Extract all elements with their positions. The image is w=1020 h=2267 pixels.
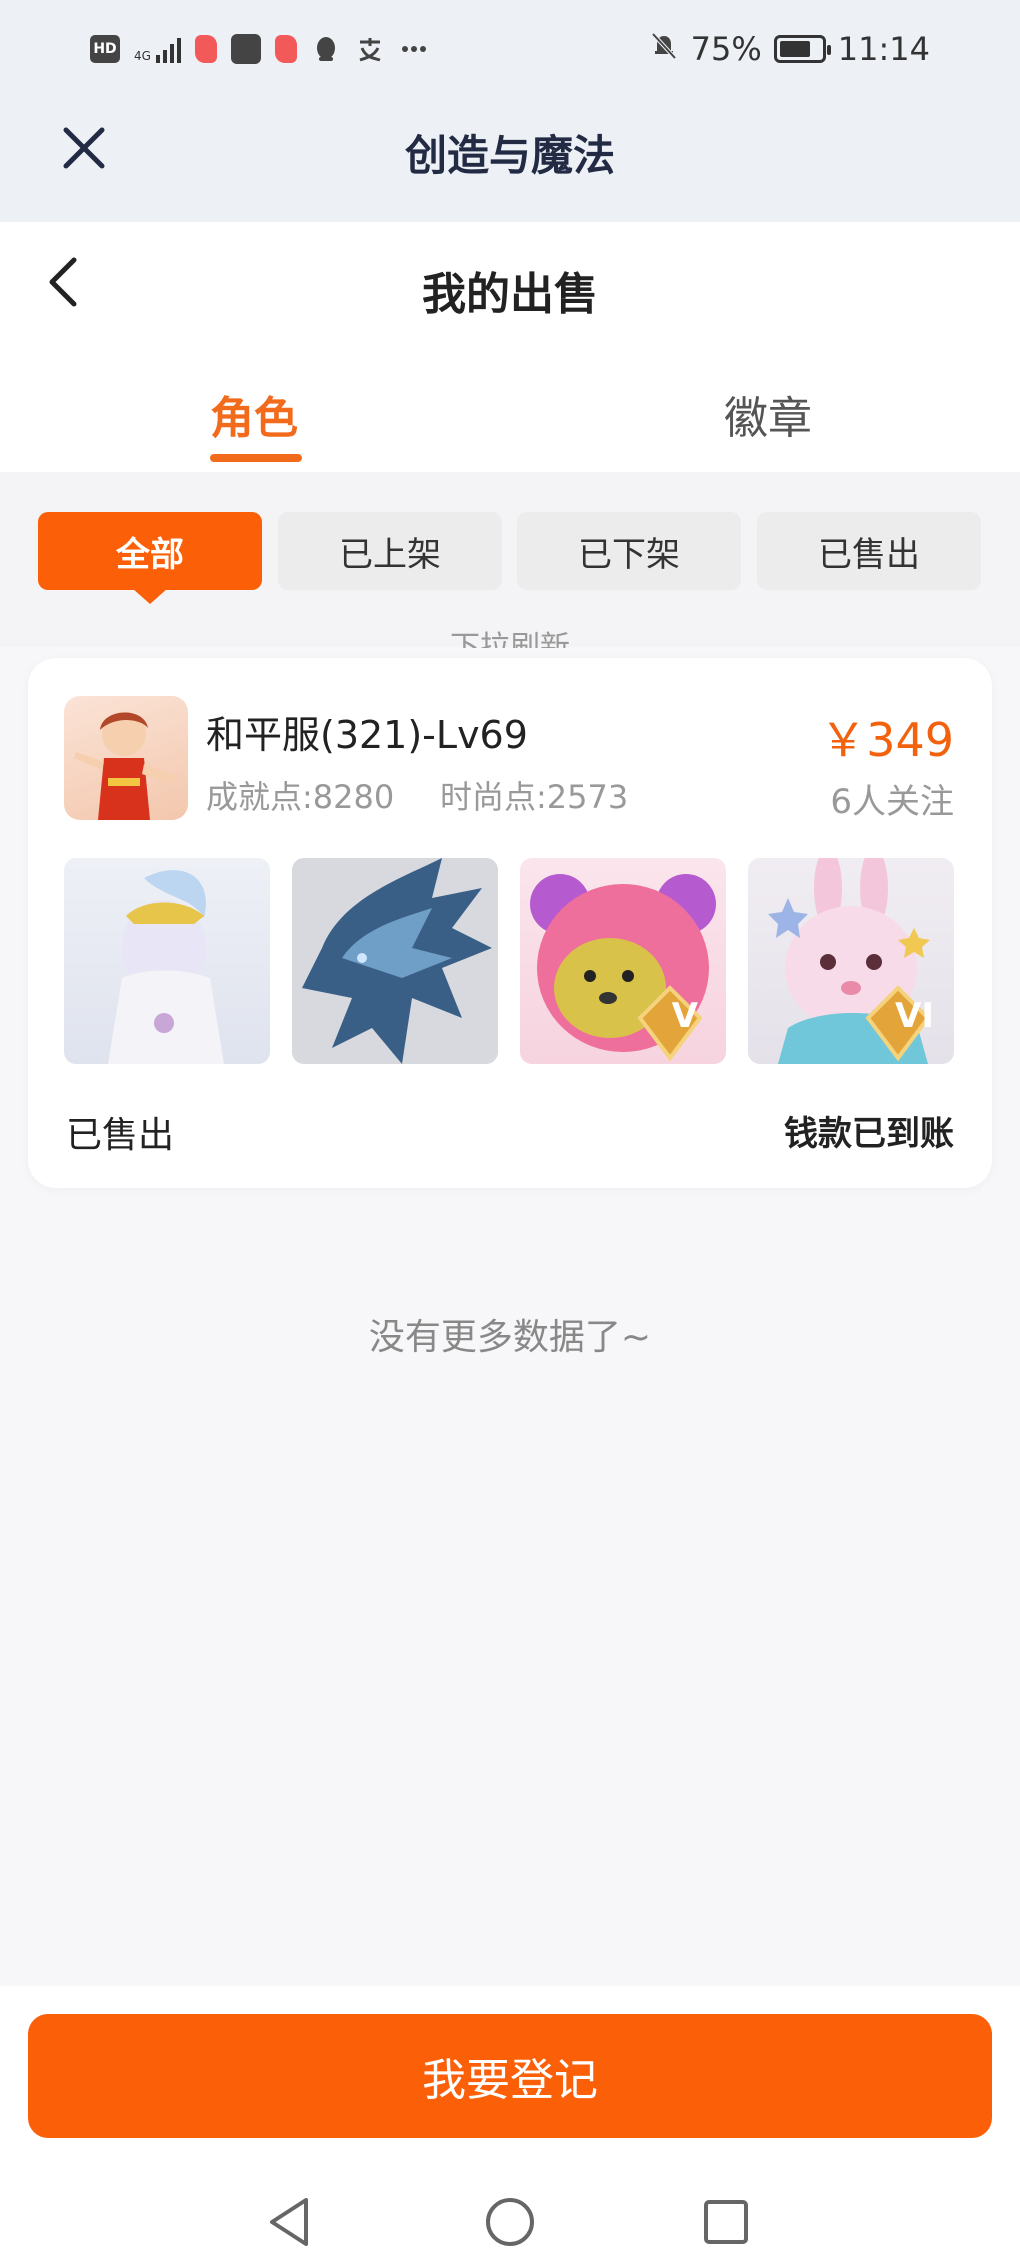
chat-icon: [355, 34, 385, 64]
item-thumbnail-ice-dragon[interactable]: [292, 858, 498, 1064]
tab-bar: 角色 徽章: [0, 372, 1020, 472]
app-title: 创造与魔法: [404, 131, 615, 180]
battery-fill: [779, 41, 810, 57]
circle-home-icon: [486, 2198, 534, 2246]
price: ￥349: [820, 713, 954, 767]
followers-count: 6人关注: [830, 782, 954, 822]
character-name: 和平服(321)-Lv69: [206, 713, 528, 757]
hd-icon: HD: [90, 35, 120, 63]
page-header: 我的出售 角色 徽章: [0, 222, 1020, 472]
red-app-icon: [274, 35, 297, 63]
tab-active-indicator: [210, 454, 302, 462]
clock: 11:14: [837, 30, 930, 68]
system-nav-bar: [0, 2186, 1020, 2267]
item-level-badge: VI: [895, 996, 934, 1036]
battery-percent: 75%: [690, 30, 762, 68]
red-app-icon: [194, 35, 217, 63]
status-left-icons: HD 4G: [90, 34, 429, 64]
item-thumbnails: V VI: [64, 858, 954, 1064]
listing-status: 已售出: [66, 1115, 175, 1156]
filter-delisted[interactable]: 已下架: [517, 512, 741, 590]
nav-back-button[interactable]: [260, 2192, 320, 2252]
tab-roles[interactable]: 角色: [210, 382, 302, 462]
triangle-back-icon: [270, 2198, 308, 2246]
bell-off-icon: [649, 30, 679, 68]
battery-icon: [773, 35, 831, 63]
payment-status: 钱款已到账: [784, 1114, 954, 1154]
tab-badges[interactable]: 徽章: [724, 382, 812, 446]
register-button[interactable]: 我要登记: [28, 2014, 992, 2138]
page-title: 我的出售: [422, 269, 598, 320]
no-more-data-text: 没有更多数据了~: [368, 1317, 652, 1358]
item-thumbnail-pink-rabbit[interactable]: VI: [748, 858, 954, 1064]
fashion-points: 时尚点:2573: [440, 778, 629, 816]
character-avatar: [64, 696, 188, 820]
signal-icon: 4G: [134, 35, 181, 63]
item-level-badge: V: [671, 996, 698, 1036]
pull-to-refresh-hint: 下拉刷新: [450, 630, 570, 648]
app-bar: 创造与魔法: [0, 100, 1020, 222]
nav-home-button[interactable]: [480, 2192, 540, 2252]
penguin-icon: [311, 34, 341, 64]
filter-bar: 全部 已上架 已下架 已售出 下拉刷新: [0, 472, 1020, 648]
shopping-bag-icon: [230, 34, 261, 64]
status-right: 75% 11:14: [649, 30, 930, 68]
item-thumbnail-pink-bear[interactable]: V: [520, 858, 726, 1064]
achievement-points: 成就点:8280: [206, 778, 395, 816]
filter-sold[interactable]: 已售出: [757, 512, 981, 590]
square-recents-icon: [704, 2200, 748, 2244]
network-label: 4G: [134, 49, 151, 63]
tab-roles-label: 角色: [210, 393, 298, 444]
top-area: HD 4G 75% 11:14 创造与魔法: [0, 0, 1020, 222]
bottom-area: 我要登记: [0, 1986, 1020, 2267]
status-bar: HD 4G 75% 11:14: [0, 0, 1020, 100]
nav-recents-button[interactable]: [696, 2192, 756, 2252]
item-thumbnail-moon-maiden[interactable]: [64, 858, 270, 1064]
tab-badges-label: 徽章: [724, 393, 812, 444]
filter-listed[interactable]: 已上架: [278, 512, 502, 590]
filter-all[interactable]: 全部: [38, 512, 262, 604]
more-icon: [399, 34, 429, 64]
listing-card[interactable]: 和平服(321)-Lv69 成就点:8280 时尚点:2573 ￥349 6人关…: [28, 658, 992, 1188]
